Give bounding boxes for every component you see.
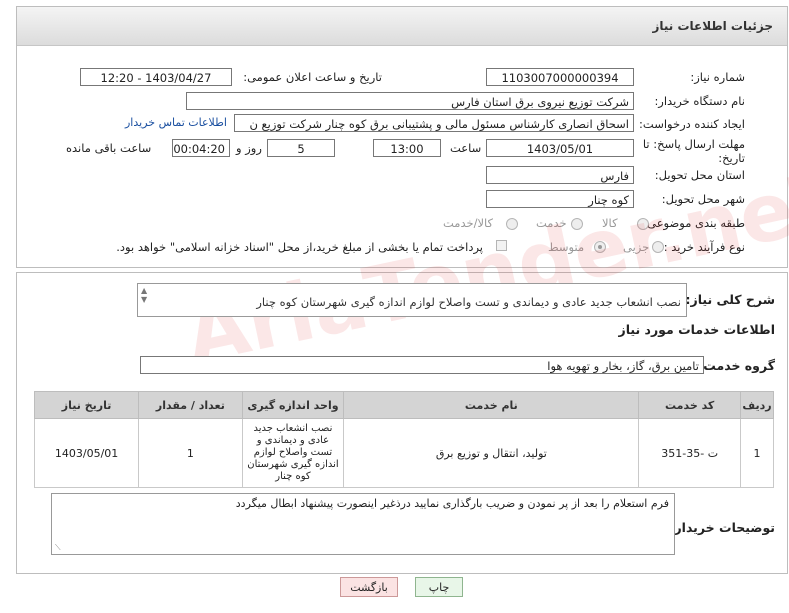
buyer-org-label: نام دستگاه خریدار:	[654, 94, 745, 108]
service-group-field[interactable]: تامین برق، گاز، بخار و تهویه هوا	[140, 356, 704, 374]
table-header-row: ردیف کد خدمت نام خدمت واحد اندازه گیری ت…	[33, 391, 774, 419]
quantity-cell: 1	[138, 418, 243, 488]
creator-label: ایجاد کننده درخواست:	[639, 117, 745, 131]
deadline-label: مهلت ارسال پاسخ: تا تاریخ:	[642, 137, 745, 165]
days-label: روز و	[236, 141, 262, 155]
table-row: 1 ت -35-351 تولید، انتقال و توزیع برق نص…	[33, 418, 774, 488]
need-number-field[interactable]: 1103007000000394	[486, 68, 634, 86]
buyer-notes-label: توضیحات خریدار:	[669, 520, 775, 535]
deadline-date-field[interactable]: 1403/05/01	[486, 139, 634, 157]
summary-text: نصب انشعاب جدید عادی و دیماندی و تست واص…	[256, 295, 681, 309]
days-field[interactable]: 5	[267, 139, 335, 157]
city-label: شهر محل تحویل:	[661, 192, 745, 206]
service-name-cell: تولید، انتقال و توزیع برق	[343, 418, 640, 488]
scroll-arrows-icon[interactable]: ▲ ▼	[141, 286, 147, 304]
services-table: ردیف کد خدمت نام خدمت واحد اندازه گیری ت…	[33, 391, 774, 488]
resize-grip-icon[interactable]: ⟋	[55, 543, 61, 553]
buyer-contact-link[interactable]: اطلاعات تماس خریدار	[125, 116, 227, 129]
need-number-label: شماره نیاز:	[690, 70, 745, 84]
announce-label: تاریخ و ساعت اعلان عمومی:	[243, 70, 382, 84]
need-date-cell: 1403/05/01	[33, 418, 140, 488]
buyer-org-field[interactable]: شرکت توزیع نیروی برق استان فارس	[186, 92, 634, 110]
column-header: نام خدمت	[343, 391, 640, 419]
column-header: ردیف	[740, 391, 774, 419]
province-label: استان محل تحویل:	[654, 168, 745, 182]
process-radio-minor[interactable]	[652, 241, 664, 253]
category-option-goods: کالا	[602, 216, 618, 230]
row-index-cell: 1	[740, 418, 774, 488]
buyer-notes-textarea[interactable]: فرم استعلام را بعد از پر نمودن و ضریب با…	[51, 493, 675, 555]
category-option-service: خدمت	[536, 216, 567, 230]
remaining-time-field[interactable]: 00:04:20	[172, 139, 230, 157]
process-label: نوع فرآیند خرید :	[663, 240, 745, 254]
category-option-goods-service: کالا/خدمت	[443, 216, 494, 230]
category-radio-goods-service[interactable]	[506, 218, 518, 230]
category-radio-service[interactable]	[571, 218, 583, 230]
deadline-time-field[interactable]: 13:00	[373, 139, 441, 157]
treasury-payment-note: پرداخت تمام یا بخشی از مبلغ خرید،از محل …	[116, 240, 483, 254]
treasury-payment-checkbox[interactable]	[496, 240, 507, 251]
summary-label: شرح کلی نیاز:	[685, 292, 775, 307]
print-button[interactable]: چاپ	[415, 577, 463, 597]
back-button[interactable]: بازگشت	[340, 577, 398, 597]
panel-header: جزئیات اطلاعات نیاز	[17, 7, 787, 46]
announce-datetime-field[interactable]: 1403/04/27 - 12:20	[80, 68, 232, 86]
remaining-label: ساعت باقی مانده	[66, 141, 152, 155]
services-title: اطلاعات خدمات مورد نیاز	[618, 322, 776, 337]
category-radio-goods[interactable]	[637, 218, 649, 230]
column-header: تاریخ نیاز	[33, 391, 140, 419]
province-field[interactable]: فارس	[486, 166, 634, 184]
deadline-time-label: ساعت	[450, 141, 482, 155]
column-header: کد خدمت	[638, 391, 742, 419]
process-option-minor: جزیی	[623, 240, 650, 254]
category-label: طبقه بندی موضوعی:	[643, 216, 745, 230]
summary-textarea[interactable]: نصب انشعاب جدید عادی و دیماندی و تست واص…	[137, 283, 687, 317]
unit-cell: نصب انشعاب جدید عادی و دیماندی و تست واص…	[241, 418, 345, 488]
column-header: تعداد / مقدار	[138, 391, 243, 419]
column-header: واحد اندازه گیری	[241, 391, 345, 419]
page-title: جزئیات اطلاعات نیاز	[652, 19, 773, 33]
city-field[interactable]: کوه چنار	[486, 190, 634, 208]
service-code-cell: ت -35-351	[638, 418, 742, 488]
creator-field[interactable]: اسحاق انصاری کارشناس مسئول مالی و پشتیبا…	[234, 114, 634, 132]
service-group-label: گروه خدمت:	[698, 358, 775, 373]
process-option-medium: متوسط	[548, 240, 585, 254]
buyer-notes-text: فرم استعلام را بعد از پر نمودن و ضریب با…	[235, 497, 669, 510]
process-radio-medium[interactable]	[594, 241, 606, 253]
